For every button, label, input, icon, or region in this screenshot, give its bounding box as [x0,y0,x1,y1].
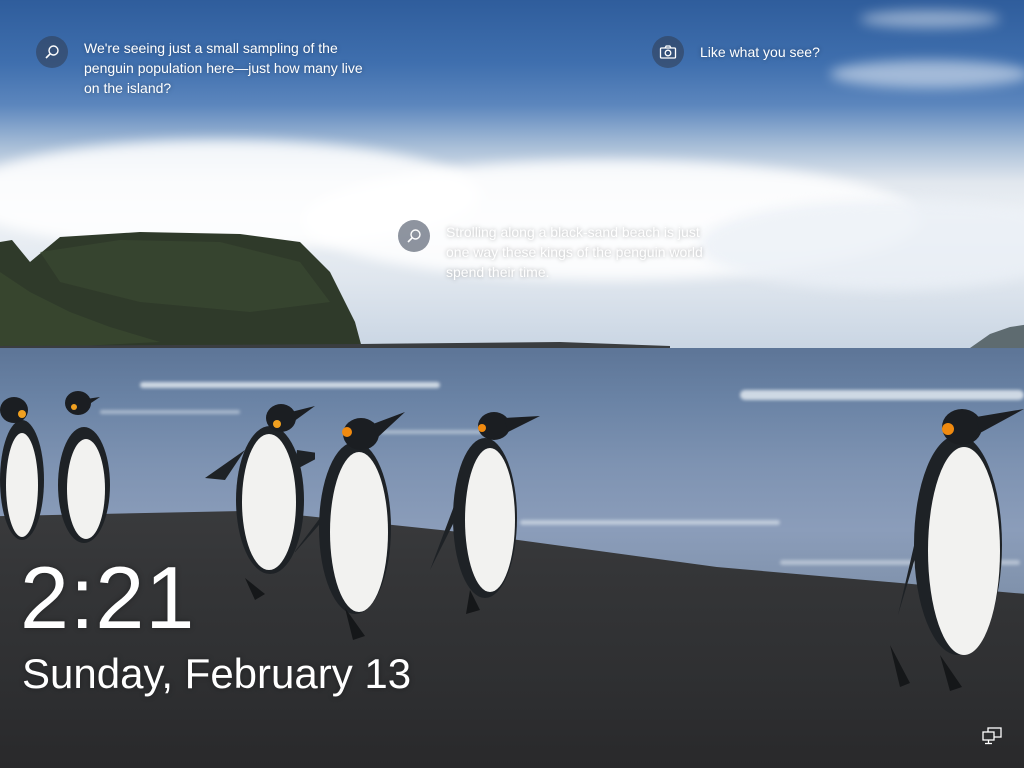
hotspot-text: We're seeing just a small sampling of th… [84,40,363,96]
hotspot-text: Like what you see? [700,44,820,60]
network-icon[interactable] [982,727,1002,745]
camera-icon [659,45,677,59]
penguin [890,409,1024,691]
distant-headland [970,324,1024,348]
hotspot-search-button[interactable] [398,220,430,252]
hotspot-text: Strolling along a black-sand beach is ju… [446,224,703,280]
lock-screen-time: 2:21 [20,548,196,647]
wave [140,382,440,388]
hotspot-search-button[interactable] [36,36,68,68]
penguin [295,412,405,640]
spotlight-hotspot-black-sand-beach[interactable]: Strolling along a black-sand beach is ju… [398,220,728,282]
search-icon [407,229,421,243]
spotlight-hotspot-like-what-you-see[interactable]: Like what you see? [652,36,892,68]
cloud [860,10,1000,28]
penguin [58,391,110,543]
lock-screen: We're seeing just a small sampling of th… [0,0,1024,768]
penguin [430,412,540,614]
wave [520,520,780,525]
hotspot-camera-button[interactable] [652,36,684,68]
spotlight-hotspot-penguin-population[interactable]: We're seeing just a small sampling of th… [36,36,396,98]
search-icon [45,45,59,59]
lock-screen-date: Sunday, February 13 [22,650,412,697]
wave [740,390,1024,400]
